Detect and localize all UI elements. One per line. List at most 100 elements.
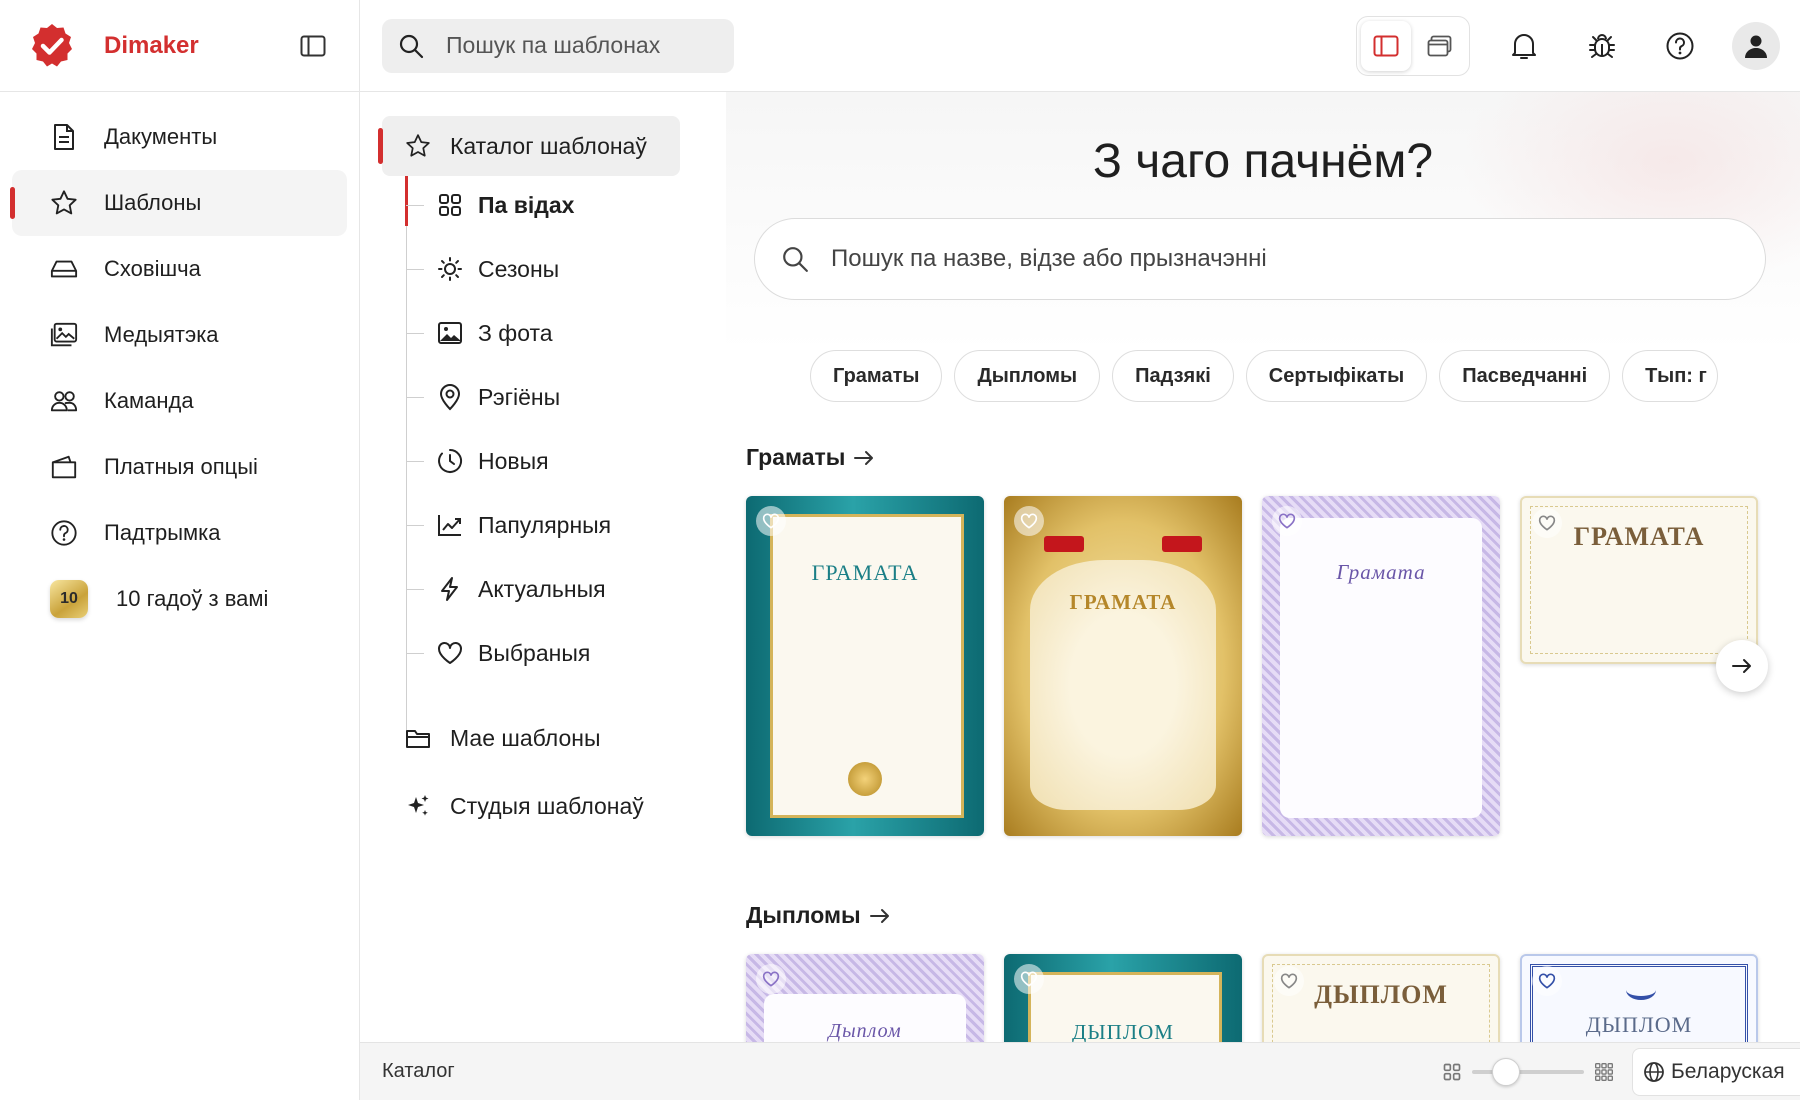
trend-chart-icon xyxy=(436,511,464,539)
chip-sertyfikaty[interactable]: Сертыфікаты xyxy=(1245,350,1428,402)
card-title: ДЫПЛОМ xyxy=(1072,1020,1174,1042)
favorite-heart-icon[interactable] xyxy=(1532,508,1562,538)
favorite-heart-icon[interactable] xyxy=(1014,964,1044,994)
sidebar-item-label: 10 гадоў з вамі xyxy=(116,586,269,611)
card-title: ГРАМАТА xyxy=(811,560,919,585)
status-bar: Каталог Беларуская xyxy=(360,1042,1800,1100)
zoom-slider[interactable] xyxy=(1472,1057,1584,1086)
chip-pasvedchanni[interactable]: Пасведчанні xyxy=(1439,350,1611,402)
section-title-dyplomy[interactable]: Дыпломы xyxy=(746,902,891,929)
template-card[interactable]: ГРАМАТА xyxy=(1520,496,1758,664)
template-card[interactable]: ДЫПЛОМ xyxy=(1520,954,1758,1042)
my-templates-item[interactable]: Мае шаблоны xyxy=(404,710,600,766)
brand-bar: Dimaker xyxy=(0,0,359,92)
sparkles-icon xyxy=(404,792,432,820)
sidebar-item-documents[interactable]: Дакументы xyxy=(12,104,347,170)
clock-icon xyxy=(436,447,464,475)
sidebar-item-team[interactable]: Каманда xyxy=(12,368,347,434)
sidebar-item-label: Платныя опцыі xyxy=(104,454,258,479)
favorite-heart-icon[interactable] xyxy=(756,964,786,994)
window-view-button[interactable] xyxy=(1415,21,1465,71)
card-title: ДЫПЛОМ xyxy=(1585,1012,1693,1037)
bug-icon xyxy=(1587,31,1617,61)
sidebar-item-anniversary[interactable]: 10 10 гадоў з вамі xyxy=(12,566,347,632)
catalog-item-by-type[interactable]: Па відах xyxy=(406,180,574,230)
template-card[interactable]: Дыплом xyxy=(746,954,984,1042)
sidebar-item-templates[interactable]: Шаблоны xyxy=(10,170,347,236)
favorite-heart-icon[interactable] xyxy=(1272,506,1302,536)
folder-icon xyxy=(404,724,432,752)
panel-view-button[interactable] xyxy=(1361,20,1411,71)
language-selector[interactable]: Беларуская xyxy=(1632,1047,1800,1096)
status-text: Каталог xyxy=(382,1060,455,1082)
sidebar-toggle-icon xyxy=(300,34,326,58)
collapse-sidebar-button[interactable] xyxy=(295,28,331,64)
sidebar: Dimaker Дакументы Шаблоны Сховішча Медыя… xyxy=(0,0,360,1100)
user-avatar-button[interactable] xyxy=(1732,21,1780,70)
sidebar-item-paid-options[interactable]: Платныя опцыі xyxy=(12,434,347,500)
carousel-next-button[interactable] xyxy=(1716,640,1768,692)
sidebar-item-storage[interactable]: Сховішча xyxy=(12,236,347,302)
sidebar-item-label: Падтрымка xyxy=(104,520,221,545)
template-card[interactable]: ДЫПЛОМ xyxy=(1262,954,1500,1042)
template-studio-item[interactable]: Студыя шаблонаў xyxy=(404,778,644,834)
bell-icon xyxy=(1510,31,1538,61)
lightning-icon xyxy=(436,575,464,603)
laurel-ornament xyxy=(1626,980,1656,1000)
card-title: Дыплом xyxy=(828,1020,902,1042)
favorite-heart-icon[interactable] xyxy=(756,506,786,536)
grid-icon xyxy=(436,191,464,219)
report-bug-button[interactable] xyxy=(1578,22,1626,70)
seal-ornament xyxy=(848,762,882,796)
card-title: ГРАМАТА xyxy=(1069,590,1177,614)
top-search-box[interactable] xyxy=(382,18,734,73)
template-card[interactable]: ДЫПЛОМ xyxy=(1004,954,1242,1042)
search-icon xyxy=(781,245,809,273)
hero-search-input[interactable] xyxy=(831,245,1711,273)
hero-search-box[interactable] xyxy=(754,218,1766,300)
card-title: Грамата xyxy=(1336,560,1426,584)
catalog-item-favorites[interactable]: Выбраныя xyxy=(406,628,590,678)
sidebar-item-label: Каманда xyxy=(104,388,194,413)
chip-padziaki[interactable]: Падзякі xyxy=(1112,350,1234,402)
catalog-root-item[interactable]: Каталог шаблонаў xyxy=(378,116,680,176)
dense-grid-icon[interactable] xyxy=(1594,1062,1614,1082)
catalog-item-seasons[interactable]: Сезоны xyxy=(406,244,559,294)
zoom-slider-thumb[interactable] xyxy=(1491,1057,1520,1086)
star-icon xyxy=(50,189,78,217)
template-card[interactable]: ГРАМАТА xyxy=(746,496,984,836)
catalog-item-regions[interactable]: Рэгіёны xyxy=(406,372,560,422)
help-button[interactable] xyxy=(1656,22,1704,70)
catalog-item-label: Сезоны xyxy=(478,255,560,282)
dyplomy-carousel: Дыплом ДЫПЛОМ ДЫПЛОМ ДЫПЛОМ xyxy=(746,954,1758,1042)
notifications-button[interactable] xyxy=(1500,22,1548,70)
sidebar-item-media[interactable]: Медыятэка xyxy=(12,302,347,368)
hero-title: З чаго пачнём? xyxy=(1092,135,1434,188)
dimaker-logo-icon[interactable] xyxy=(28,22,76,70)
catalog-item-from-photo[interactable]: З фота xyxy=(406,308,553,358)
catalog-item-popular[interactable]: Папулярныя xyxy=(406,500,611,550)
storage-icon xyxy=(50,255,78,283)
section-title-gramaty[interactable]: Граматы xyxy=(746,444,875,471)
view-mode-toggle xyxy=(1356,15,1470,76)
template-card[interactable]: ГРАМАТА xyxy=(1004,496,1242,836)
panel-view-icon xyxy=(1373,34,1399,58)
small-grid-icon[interactable] xyxy=(1442,1062,1462,1082)
favorite-heart-icon[interactable] xyxy=(1274,966,1304,996)
chip-gramaty[interactable]: Граматы xyxy=(810,350,943,402)
sidebar-item-support[interactable]: Падтрымка xyxy=(12,500,347,566)
help-icon xyxy=(1665,31,1695,61)
catalog-item-new[interactable]: Новыя xyxy=(406,436,549,486)
heart-icon xyxy=(436,639,464,667)
template-card[interactable]: Грамата xyxy=(1262,496,1500,836)
language-label: Беларуская xyxy=(1671,1059,1785,1083)
favorite-heart-icon[interactable] xyxy=(1014,506,1044,536)
ribbon-right xyxy=(1162,536,1202,552)
catalog-item-actual[interactable]: Актуальныя xyxy=(406,564,606,614)
chip-type[interactable]: Тып: г xyxy=(1622,350,1719,402)
image-gallery-icon xyxy=(50,321,78,349)
favorite-heart-icon[interactable] xyxy=(1532,966,1562,996)
top-search-input[interactable] xyxy=(446,32,696,59)
chip-dyplomy[interactable]: Дыпломы xyxy=(954,350,1101,402)
arrow-right-icon xyxy=(1731,657,1753,675)
